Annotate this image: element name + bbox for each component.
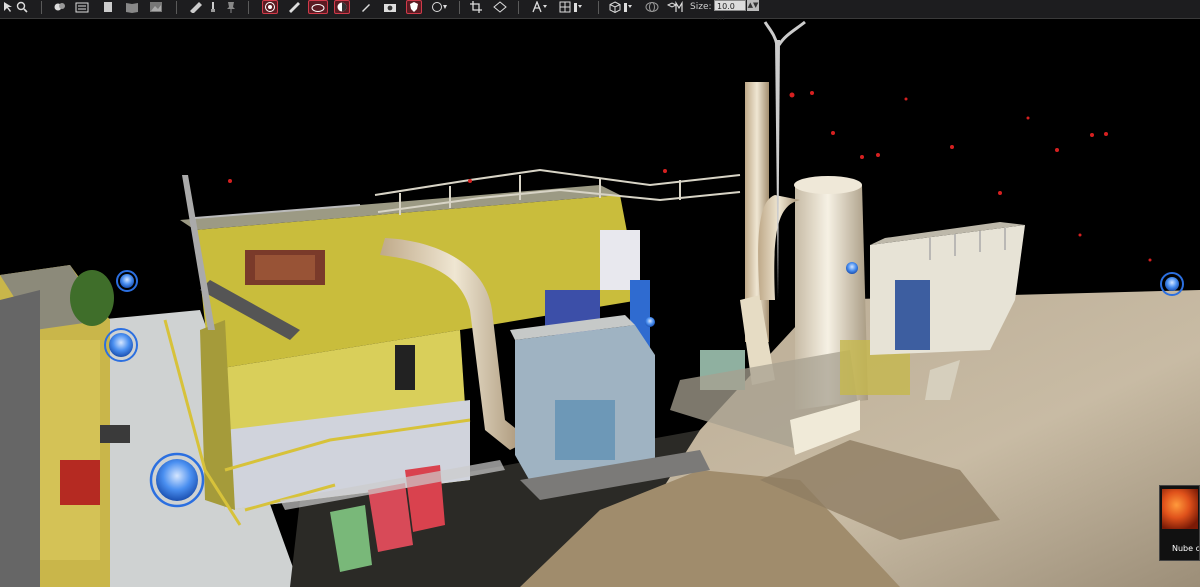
toolbar-separator <box>176 1 177 14</box>
toolbar-separator <box>248 1 249 14</box>
book-icon[interactable] <box>124 0 140 14</box>
zoom-icon[interactable] <box>14 0 30 14</box>
point-cloud-viewport[interactable] <box>0 19 1200 587</box>
globe-icon[interactable] <box>644 0 660 14</box>
crop-icon[interactable] <box>468 0 484 14</box>
cube-icon[interactable] <box>608 0 634 14</box>
camera-icon[interactable] <box>382 0 398 14</box>
target-icon[interactable] <box>262 0 278 14</box>
thumbnail-image <box>1162 489 1198 529</box>
pin-icon[interactable] <box>223 0 239 14</box>
toolbar-separator <box>598 1 599 14</box>
pencil-icon[interactable] <box>358 0 374 14</box>
size-spinner[interactable]: ▲▼ <box>747 0 759 11</box>
ruler-icon[interactable] <box>188 0 204 14</box>
size-label: Size: <box>690 2 712 12</box>
measure-icon[interactable] <box>286 0 302 14</box>
toolbar-separator <box>518 1 519 14</box>
page-icon[interactable] <box>100 0 116 14</box>
brush-icon[interactable] <box>205 0 221 14</box>
light-pole <box>775 40 780 300</box>
point-cloud-thumbnail[interactable]: Nube c <box>1159 485 1200 561</box>
cloud-icon[interactable] <box>308 0 328 14</box>
visibility-icon[interactable] <box>334 0 350 14</box>
shield-icon[interactable] <box>406 0 422 14</box>
list-icon[interactable] <box>74 0 90 14</box>
perspective-icon[interactable] <box>492 0 508 14</box>
model-icon[interactable] <box>667 0 685 14</box>
thumbnail-label: Nube c <box>1172 544 1200 553</box>
main-toolbar: Size: 10.0 m ▲▼ <box>0 0 1200 22</box>
size-input[interactable]: 10.0 m <box>714 0 746 22</box>
toolbar-separator <box>459 1 460 14</box>
layers-icon[interactable] <box>52 0 68 14</box>
text-icon[interactable] <box>530 0 550 14</box>
filter-icon[interactable] <box>430 0 450 14</box>
grid-icon[interactable] <box>558 0 584 14</box>
image-icon[interactable] <box>148 0 164 14</box>
toolbar-separator <box>41 1 42 14</box>
